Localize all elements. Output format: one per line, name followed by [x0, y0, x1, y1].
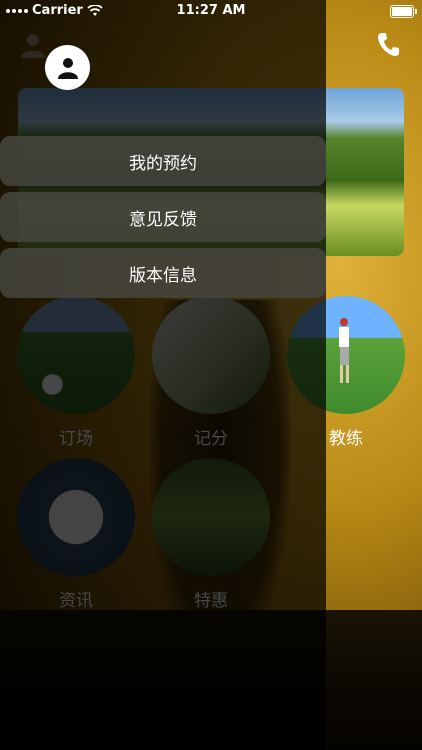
user-avatar-icon[interactable] — [45, 45, 90, 90]
menu-item-feedback[interactable]: 意见反馈 — [0, 192, 326, 242]
status-time: 11:27 AM — [176, 3, 246, 18]
status-bar: Carrier 11:27 AM — [0, 0, 422, 22]
menu-item-version-info[interactable]: 版本信息 — [0, 248, 326, 298]
menu-item-my-bookings[interactable]: 我的预约 — [0, 136, 326, 186]
side-drawer: 我的预约 意见反馈 版本信息 — [0, 0, 326, 750]
user-avatar-glyph — [57, 57, 78, 79]
phone-icon[interactable] — [376, 30, 400, 60]
golfer-figure — [339, 318, 349, 383]
battery-icon — [390, 5, 417, 18]
